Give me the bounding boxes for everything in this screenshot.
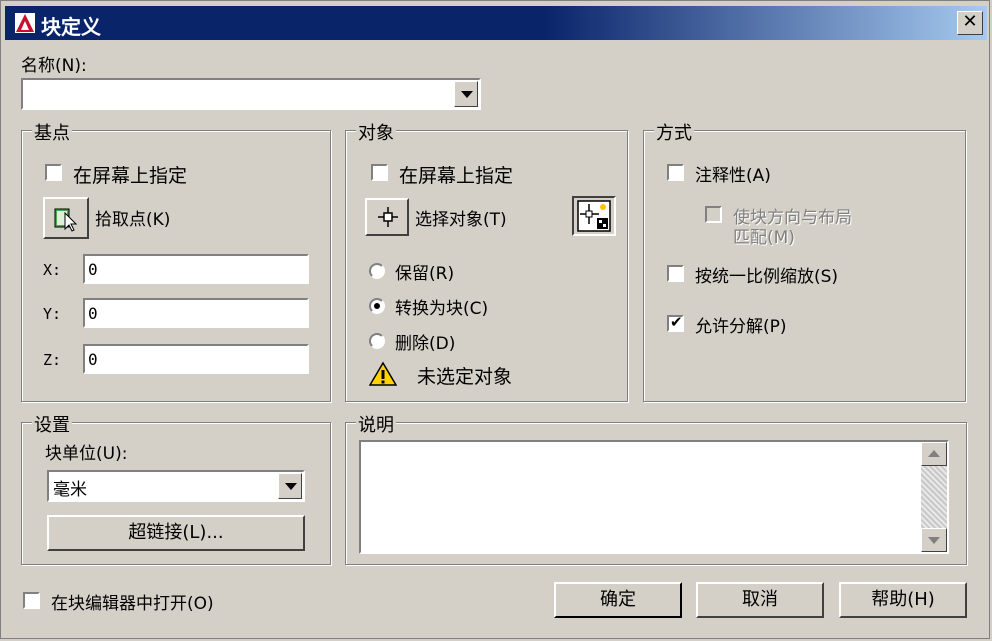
warning-label: 未选定对象: [417, 366, 513, 388]
block-unit-label: 块单位(U):: [45, 444, 128, 464]
y-label: Y:: [43, 305, 62, 323]
y-input[interactable]: 0: [83, 298, 309, 328]
base-point-title: 基点: [32, 119, 72, 145]
z-label: Z:: [43, 351, 62, 369]
block-unit-combo[interactable]: 毫米: [47, 470, 305, 502]
scale-uniformly-checkbox[interactable]: [667, 265, 684, 282]
delete-label: 删除(D): [395, 334, 456, 354]
allow-exploding-label: 允许分解(P): [695, 317, 787, 337]
description-scrollbar[interactable]: [921, 442, 947, 552]
close-button[interactable]: ✕: [957, 11, 983, 35]
scroll-down-button[interactable]: [921, 528, 947, 552]
autocad-logo-icon: [15, 13, 35, 33]
pick-point-button[interactable]: [43, 197, 89, 239]
description-title: 说明: [356, 411, 396, 437]
chevron-down-icon[interactable]: [454, 81, 478, 107]
open-in-editor-label: 在块编辑器中打开(O): [51, 594, 214, 614]
chevron-up-icon: [928, 450, 940, 457]
annotative-label: 注释性(A): [695, 166, 771, 186]
settings-title: 设置: [32, 411, 72, 437]
quick-select-icon: [577, 200, 611, 232]
chevron-down-icon[interactable]: [278, 473, 302, 499]
z-value: 0: [88, 350, 98, 369]
quick-select-button[interactable]: [572, 196, 616, 236]
y-value: 0: [88, 304, 98, 323]
cancel-button[interactable]: 取消: [696, 582, 824, 618]
retain-radio[interactable]: [369, 263, 385, 279]
behavior-title: 方式: [654, 119, 694, 145]
select-objects-button[interactable]: [365, 198, 409, 236]
base-point-specify-checkbox[interactable]: [45, 164, 62, 181]
pick-point-label: 拾取点(K): [95, 210, 171, 230]
warning-icon: [369, 361, 397, 386]
checkmark-icon: ✔: [670, 313, 683, 331]
scroll-up-button[interactable]: [921, 442, 947, 466]
title-bar[interactable]: 块定义 ✕: [5, 6, 987, 40]
pick-point-icon: [54, 208, 78, 232]
select-objects-label: 选择对象(T): [415, 210, 507, 230]
objects-title: 对象: [356, 119, 396, 145]
ok-button[interactable]: 确定: [554, 582, 682, 618]
z-input[interactable]: 0: [83, 344, 309, 374]
scale-uniformly-label: 按统一比例缩放(S): [695, 267, 839, 287]
annotative-checkbox[interactable]: [667, 164, 684, 181]
open-in-editor-checkbox[interactable]: [23, 592, 40, 609]
convert-to-block-radio[interactable]: [369, 298, 385, 314]
hyperlink-button[interactable]: 超链接(L)...: [47, 515, 305, 551]
select-objects-icon: [378, 207, 398, 227]
name-label: 名称(N):: [21, 56, 87, 76]
match-orientation-label-2: 匹配(M): [733, 228, 795, 248]
radio-selected-dot: [374, 303, 380, 309]
match-orientation-checkbox: [705, 206, 722, 223]
delete-radio[interactable]: [369, 333, 385, 349]
x-label: X:: [43, 261, 62, 279]
chevron-down-icon: [928, 537, 940, 544]
objects-specify-checkbox[interactable]: [371, 164, 388, 181]
x-input[interactable]: 0: [83, 254, 309, 284]
base-point-specify-label: 在屏幕上指定: [73, 165, 188, 187]
x-value: 0: [88, 260, 98, 279]
name-combo[interactable]: [21, 78, 481, 110]
objects-specify-label: 在屏幕上指定: [399, 165, 514, 187]
block-unit-value: 毫米: [53, 480, 87, 500]
window-title: 块定义: [41, 15, 101, 39]
block-definition-dialog: 块定义 ✕ 名称(N): 基点 在屏幕上指定 拾取点(K) X: 0 Y: 0 …: [0, 0, 990, 639]
help-button[interactable]: 帮助(H): [839, 582, 967, 618]
allow-exploding-checkbox[interactable]: ✔: [667, 313, 684, 332]
retain-label: 保留(R): [395, 264, 455, 284]
convert-to-block-label: 转换为块(C): [395, 299, 489, 319]
description-textarea[interactable]: [359, 440, 949, 554]
